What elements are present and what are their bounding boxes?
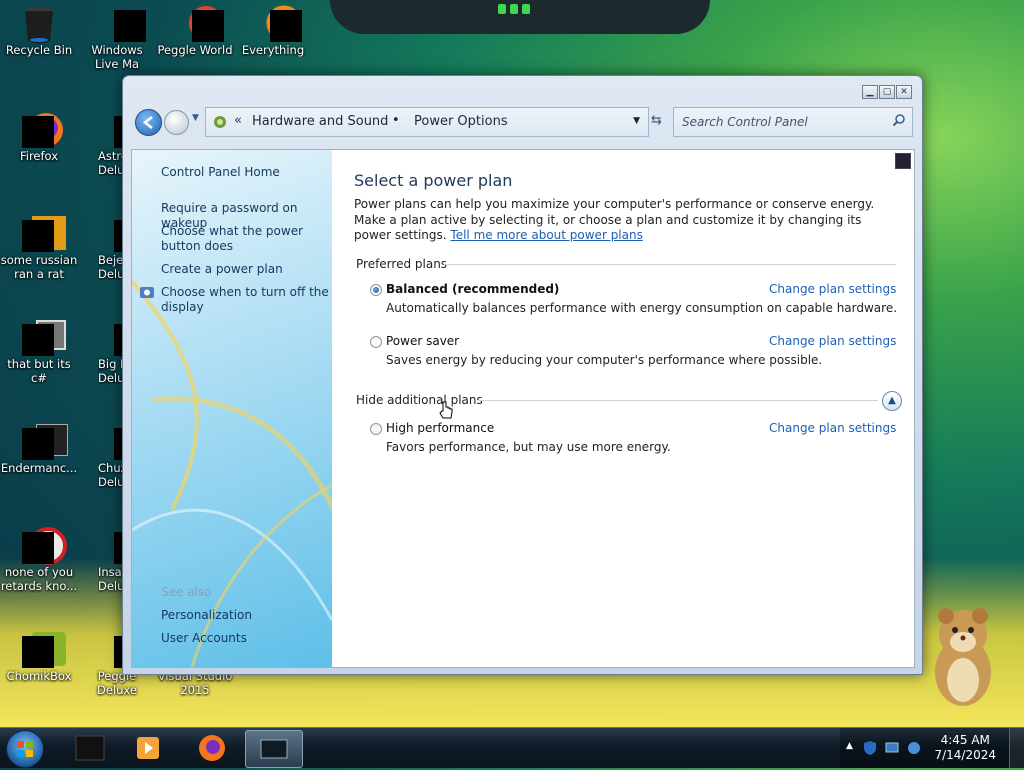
desktop-icon-endermanch[interactable]: Endermanc... [0, 424, 78, 475]
breadcrumb-separator[interactable]: • [392, 113, 400, 128]
clock[interactable]: 4:45 AM 7/14/2024 [934, 733, 996, 763]
see-also-label: See also [161, 585, 212, 599]
peggle-world-icon [178, 6, 224, 42]
desktop-icon-windows-live[interactable]: Windows Live Ma [78, 6, 156, 71]
windows-live-icon [100, 6, 146, 42]
sidebar-item-power-button[interactable]: Choose what the power button does [161, 224, 329, 254]
divider [444, 264, 896, 265]
app-icon [22, 527, 67, 565]
search-icon[interactable] [892, 113, 906, 127]
power-options-window: ▁ ▢ ✕ ▼ « Hardware and Sound • Power Opt… [122, 75, 923, 675]
explorer-icon [75, 735, 105, 761]
collapse-chevron-icon[interactable]: ▲ [882, 391, 902, 411]
app-icon [22, 424, 68, 460]
recent-pages-dropdown[interactable]: ▼ [192, 113, 199, 123]
help-icon[interactable] [895, 153, 911, 169]
desktop-icon-peggle-world[interactable]: Peggle World [156, 6, 234, 57]
content-area: Control Panel Home Require a password on… [131, 149, 915, 668]
address-overflow-chevron[interactable]: « [234, 113, 242, 128]
desktop-icon-firefox[interactable]: Firefox [0, 112, 78, 163]
control-panel-icon [260, 739, 288, 759]
search-placeholder: Search Control Panel [682, 115, 808, 129]
divider [478, 400, 878, 401]
plan-description-power-saver: Saves energy by reducing your computer's… [386, 353, 823, 367]
change-plan-settings-power-saver[interactable]: Change plan settings [769, 334, 896, 348]
preferred-plans-heading: Preferred plans [356, 257, 448, 271]
folder-icon [22, 320, 66, 356]
volume-icon[interactable] [906, 740, 922, 756]
taskbar-app-control-panel[interactable] [245, 730, 303, 768]
page-title: Select a power plan [354, 171, 513, 190]
chomikbox-icon [22, 632, 66, 668]
start-button[interactable] [6, 730, 44, 768]
navigation-bar: ▼ « Hardware and Sound • Power Options ▼… [135, 107, 913, 137]
radio-power-saver[interactable] [370, 336, 382, 348]
desktop-icon-chomikbox[interactable]: ChomikBox [0, 632, 78, 683]
everything-icon [256, 5, 302, 42]
hide-additional-plans-toggle[interactable]: Hide additional plans [356, 393, 483, 407]
address-bar[interactable]: « Hardware and Sound • Power Options ▼ [205, 107, 649, 137]
sidebar-link-user-accounts[interactable]: User Accounts [161, 631, 329, 646]
radio-high-performance[interactable] [370, 423, 382, 435]
radio-balanced[interactable] [370, 284, 382, 296]
tell-me-more-link[interactable]: Tell me more about power plans [450, 228, 642, 242]
refresh-icon[interactable]: ⇆ [651, 113, 662, 128]
plan-name-high-performance[interactable]: High performance [386, 421, 494, 435]
plan-name-power-saver[interactable]: Power saver [386, 334, 459, 348]
plan-description-balanced: Automatically balances performance with … [386, 301, 898, 315]
breadcrumb-power-options[interactable]: Power Options [414, 114, 508, 129]
clock-date: 7/14/2024 [934, 748, 996, 762]
show-hidden-icons-arrow[interactable]: ▲ [846, 741, 853, 751]
system-tray: ▲ 4:45 AM 7/14/2024 [840, 728, 1024, 768]
clock-time: 4:45 AM [940, 733, 990, 747]
green-light-icon [498, 4, 506, 14]
minimize-button[interactable]: ▁ [862, 85, 878, 99]
taskbar-app-explorer[interactable] [62, 730, 118, 766]
breadcrumb-hardware-and-sound[interactable]: Hardware and Sound [252, 114, 388, 129]
desktop-icon-everything[interactable]: Everything [234, 5, 312, 57]
forward-button[interactable] [164, 110, 189, 135]
network-icon[interactable] [884, 740, 900, 756]
green-light-icon [510, 4, 518, 14]
shield-icon[interactable] [862, 740, 878, 756]
main-pane: Select a power plan Power plans can help… [332, 150, 914, 667]
sidebar-item-control-panel-home[interactable]: Control Panel Home [161, 165, 329, 180]
change-plan-settings-high-performance[interactable]: Change plan settings [769, 421, 896, 435]
sidebar-link-personalization[interactable]: Personalization [161, 608, 329, 623]
back-arrow-icon [142, 116, 153, 129]
green-light-icon [522, 4, 530, 14]
change-plan-settings-balanced[interactable]: Change plan settings [769, 282, 896, 296]
media-player-icon [137, 737, 159, 759]
hamster-wallpaper-image [918, 600, 1008, 710]
windows-logo-icon [17, 741, 33, 757]
taskbar-app-media-player[interactable] [120, 730, 176, 766]
desktop-icon-recycle-bin[interactable]: Recycle Bin [0, 6, 78, 57]
display-settings-icon [140, 287, 154, 298]
desktop-icon-none-of-you[interactable]: none of you retards kno... [0, 527, 78, 593]
window-controls: ▁ ▢ ✕ [862, 85, 912, 99]
intro-text: Power plans can help you maximize your c… [354, 197, 875, 242]
close-button[interactable]: ✕ [896, 85, 912, 99]
sidebar-item-turn-off-display[interactable]: Choose when to turn off the display [161, 285, 329, 315]
hand-cursor-icon [439, 401, 453, 419]
firefox-icon [199, 735, 225, 761]
task-pane: Control Panel Home Require a password on… [132, 150, 332, 667]
address-dropdown-icon[interactable]: ▼ [633, 116, 640, 126]
sidebar-item-create-plan[interactable]: Create a power plan [161, 262, 329, 277]
recycle-bin-icon [22, 6, 56, 44]
back-button[interactable] [135, 109, 162, 136]
firefox-icon [22, 112, 63, 148]
taskbar: ▲ 4:45 AM 7/14/2024 [0, 727, 1024, 768]
plan-description-high-performance: Favors performance, but may use more ene… [386, 440, 671, 454]
search-box[interactable]: Search Control Panel [673, 107, 913, 137]
show-desktop-button[interactable] [1009, 728, 1024, 768]
file-icon [22, 216, 66, 252]
plan-name-balanced[interactable]: Balanced (recommended) [386, 282, 559, 296]
control-panel-icon [214, 116, 226, 128]
desktop-icon-that-but-its-c[interactable]: that but its c# [0, 320, 78, 385]
maximize-button[interactable]: ▢ [879, 85, 895, 99]
desktop-icon-some-russian[interactable]: some russian ran a rat [0, 216, 78, 281]
taskbar-app-firefox[interactable] [184, 730, 240, 766]
wallpaper-graphic [330, 0, 710, 34]
